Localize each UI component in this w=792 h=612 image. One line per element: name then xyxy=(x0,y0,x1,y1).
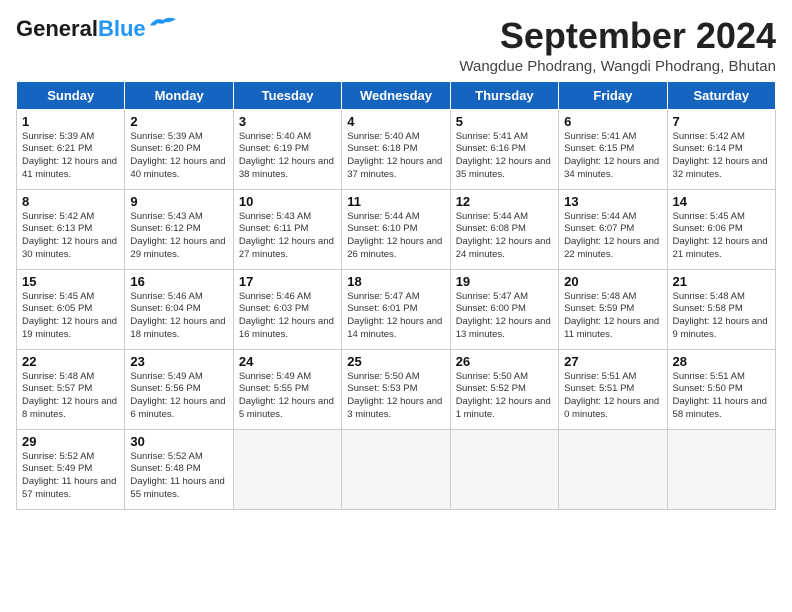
calendar-table: Sunday Monday Tuesday Wednesday Thursday… xyxy=(16,81,776,510)
month-title: September 2024 xyxy=(459,16,776,56)
week-row-3: 15 Sunrise: 5:45 AMSunset: 6:05 PMDaylig… xyxy=(17,269,776,349)
logo-bird-icon xyxy=(148,15,178,35)
location-subtitle: Wangdue Phodrang, Wangdi Phodrang, Bhuta… xyxy=(459,58,776,75)
header: General Blue September 2024 Wangdue Phod… xyxy=(16,16,776,75)
day-cell-23: 23 Sunrise: 5:49 AMSunset: 5:56 PMDaylig… xyxy=(125,349,233,429)
day-cell-21: 21 Sunrise: 5:48 AMSunset: 5:58 PMDaylig… xyxy=(667,269,775,349)
day-cell-30: 30 Sunrise: 5:52 AMSunset: 5:48 PMDaylig… xyxy=(125,429,233,509)
col-saturday: Saturday xyxy=(667,81,775,109)
col-monday: Monday xyxy=(125,81,233,109)
logo-blue: Blue xyxy=(98,16,146,42)
day-cell-10: 10 Sunrise: 5:43 AMSunset: 6:11 PMDaylig… xyxy=(233,189,341,269)
day-cell-empty-4 xyxy=(559,429,667,509)
col-tuesday: Tuesday xyxy=(233,81,341,109)
logo: General Blue xyxy=(16,16,178,42)
day-cell-26: 26 Sunrise: 5:50 AMSunset: 5:52 PMDaylig… xyxy=(450,349,558,429)
day-cell-empty-5 xyxy=(667,429,775,509)
day-cell-empty-2 xyxy=(342,429,450,509)
day-cell-4: 4 Sunrise: 5:40 AMSunset: 6:18 PMDayligh… xyxy=(342,109,450,189)
day-cell-empty-3 xyxy=(450,429,558,509)
day-cell-3: 3 Sunrise: 5:40 AMSunset: 6:19 PMDayligh… xyxy=(233,109,341,189)
col-thursday: Thursday xyxy=(450,81,558,109)
logo-general: General xyxy=(16,16,98,42)
day-cell-empty-1 xyxy=(233,429,341,509)
day-cell-5: 5 Sunrise: 5:41 AMSunset: 6:16 PMDayligh… xyxy=(450,109,558,189)
col-sunday: Sunday xyxy=(17,81,125,109)
day-cell-1: 1 Sunrise: 5:39 AMSunset: 6:21 PMDayligh… xyxy=(17,109,125,189)
day-cell-9: 9 Sunrise: 5:43 AMSunset: 6:12 PMDayligh… xyxy=(125,189,233,269)
day-cell-25: 25 Sunrise: 5:50 AMSunset: 5:53 PMDaylig… xyxy=(342,349,450,429)
day-cell-19: 19 Sunrise: 5:47 AMSunset: 6:00 PMDaylig… xyxy=(450,269,558,349)
day-cell-22: 22 Sunrise: 5:48 AMSunset: 5:57 PMDaylig… xyxy=(17,349,125,429)
day-cell-11: 11 Sunrise: 5:44 AMSunset: 6:10 PMDaylig… xyxy=(342,189,450,269)
day-cell-8: 8 Sunrise: 5:42 AMSunset: 6:13 PMDayligh… xyxy=(17,189,125,269)
day-cell-12: 12 Sunrise: 5:44 AMSunset: 6:08 PMDaylig… xyxy=(450,189,558,269)
title-area: September 2024 Wangdue Phodrang, Wangdi … xyxy=(459,16,776,75)
day-cell-17: 17 Sunrise: 5:46 AMSunset: 6:03 PMDaylig… xyxy=(233,269,341,349)
week-row-5: 29 Sunrise: 5:52 AMSunset: 5:49 PMDaylig… xyxy=(17,429,776,509)
week-row-2: 8 Sunrise: 5:42 AMSunset: 6:13 PMDayligh… xyxy=(17,189,776,269)
day-cell-13: 13 Sunrise: 5:44 AMSunset: 6:07 PMDaylig… xyxy=(559,189,667,269)
week-row-4: 22 Sunrise: 5:48 AMSunset: 5:57 PMDaylig… xyxy=(17,349,776,429)
day-cell-14: 14 Sunrise: 5:45 AMSunset: 6:06 PMDaylig… xyxy=(667,189,775,269)
day-cell-15: 15 Sunrise: 5:45 AMSunset: 6:05 PMDaylig… xyxy=(17,269,125,349)
day-cell-18: 18 Sunrise: 5:47 AMSunset: 6:01 PMDaylig… xyxy=(342,269,450,349)
day-cell-2: 2 Sunrise: 5:39 AMSunset: 6:20 PMDayligh… xyxy=(125,109,233,189)
col-wednesday: Wednesday xyxy=(342,81,450,109)
page-container: General Blue September 2024 Wangdue Phod… xyxy=(16,16,776,510)
day-cell-16: 16 Sunrise: 5:46 AMSunset: 6:04 PMDaylig… xyxy=(125,269,233,349)
day-cell-29: 29 Sunrise: 5:52 AMSunset: 5:49 PMDaylig… xyxy=(17,429,125,509)
day-cell-28: 28 Sunrise: 5:51 AMSunset: 5:50 PMDaylig… xyxy=(667,349,775,429)
day-cell-6: 6 Sunrise: 5:41 AMSunset: 6:15 PMDayligh… xyxy=(559,109,667,189)
week-row-1: 1 Sunrise: 5:39 AMSunset: 6:21 PMDayligh… xyxy=(17,109,776,189)
day-cell-24: 24 Sunrise: 5:49 AMSunset: 5:55 PMDaylig… xyxy=(233,349,341,429)
col-friday: Friday xyxy=(559,81,667,109)
day-cell-7: 7 Sunrise: 5:42 AMSunset: 6:14 PMDayligh… xyxy=(667,109,775,189)
day-cell-20: 20 Sunrise: 5:48 AMSunset: 5:59 PMDaylig… xyxy=(559,269,667,349)
day-cell-27: 27 Sunrise: 5:51 AMSunset: 5:51 PMDaylig… xyxy=(559,349,667,429)
